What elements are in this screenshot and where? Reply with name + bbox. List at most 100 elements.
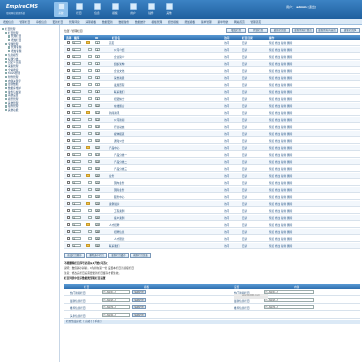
order-input[interactable]: 0 xyxy=(72,48,81,52)
row-checkbox[interactable] xyxy=(67,48,70,51)
category-name-link[interactable]: 产品分类三 xyxy=(114,167,127,171)
visit-link[interactable]: 访问 xyxy=(224,83,229,87)
bulk-action-button[interactable]: 删除选中栏目 xyxy=(86,253,107,258)
row-checkbox[interactable] xyxy=(67,167,70,170)
visit-link[interactable]: 访问 xyxy=(224,55,229,59)
category-name-link[interactable]: 通知公告 xyxy=(114,139,124,143)
visit-link[interactable]: 访问 xyxy=(224,174,229,178)
top-action-button[interactable]: 更新所有栏目页 xyxy=(292,28,314,33)
toolbar-button-5[interactable]: 插件 xyxy=(144,2,158,17)
row-checkbox[interactable] xyxy=(67,195,70,198)
row-checkbox[interactable] xyxy=(67,83,70,86)
visit-link[interactable]: 访问 xyxy=(224,237,229,241)
visit-link[interactable]: 访问 xyxy=(224,195,229,199)
row-checkbox[interactable] xyxy=(67,146,70,149)
order-input[interactable]: 0 xyxy=(72,125,81,129)
select-category-button[interactable]: [选择栏目] xyxy=(132,305,146,310)
visit-link[interactable]: 访问 xyxy=(224,216,229,220)
row-checkbox[interactable] xyxy=(67,55,70,58)
order-input[interactable]: 0 xyxy=(72,69,81,73)
order-input[interactable]: 0 xyxy=(72,139,81,143)
dir-link[interactable]: 目录 xyxy=(242,83,247,87)
visit-link[interactable]: 访问 xyxy=(224,104,229,108)
row-checkbox[interactable] xyxy=(67,76,70,79)
row-checkbox[interactable] xyxy=(67,230,70,233)
row-operations[interactable]: 预览 修改 复制 删除 xyxy=(269,104,292,108)
row-checkbox[interactable] xyxy=(67,153,70,156)
nav-tab[interactable]: 管理首页 xyxy=(251,20,262,24)
order-input[interactable]: 2 xyxy=(72,146,81,150)
row-checkbox[interactable] xyxy=(67,41,70,44)
order-input[interactable]: 0 xyxy=(72,118,81,122)
row-operations[interactable]: 预览 修改 复制 删除 xyxy=(269,125,292,129)
visit-link[interactable]: 访问 xyxy=(224,62,229,66)
dir-link[interactable]: 目录 xyxy=(242,48,247,52)
category-name-link[interactable]: 企业简介 xyxy=(114,55,124,59)
dir-link[interactable]: 目录 xyxy=(242,174,247,178)
category-name-link[interactable]: 客户案例 xyxy=(114,216,124,220)
dir-link[interactable]: 目录 xyxy=(242,146,247,150)
top-action-button[interactable]: 更新栏目页 xyxy=(270,28,290,33)
row-operations[interactable]: 预览 修改 复制 删除 xyxy=(269,55,292,59)
toolbar-button-1[interactable]: 栏目 xyxy=(72,2,86,17)
order-input[interactable]: 0 xyxy=(72,97,81,101)
row-operations[interactable]: 预览 修改 复制 删除 xyxy=(269,76,292,80)
row-operations[interactable]: 预览 修改 复制 删除 xyxy=(269,41,292,45)
category-name-link[interactable]: 在线留言 xyxy=(114,104,124,108)
nav-tab[interactable]: 更新栏目 xyxy=(53,20,64,24)
order-input[interactable]: 0 xyxy=(72,41,81,45)
category-name-link[interactable]: 行业动态 xyxy=(114,125,124,129)
row-operations[interactable]: 预览 修改 复制 删除 xyxy=(269,69,292,73)
row-operations[interactable]: 预览 修改 复制 删除 xyxy=(269,174,292,178)
row-operations[interactable]: 预览 修改 复制 删除 xyxy=(269,139,292,143)
nav-tab[interactable]: 网站首页 xyxy=(234,20,245,24)
dir-link[interactable]: 目录 xyxy=(242,76,247,80)
row-operations[interactable]: 预览 修改 复制 删除 xyxy=(269,202,292,206)
top-action-button[interactable]: 复制栏目 xyxy=(248,28,268,33)
order-input[interactable]: 1 xyxy=(72,111,81,115)
visit-link[interactable]: 访问 xyxy=(224,188,229,192)
nav-tab[interactable]: 菜单管理 xyxy=(201,20,212,24)
nav-tab[interactable]: 数据统计 xyxy=(135,20,146,24)
dir-link[interactable]: 目录 xyxy=(242,209,247,213)
toolbar-button-2[interactable]: 信息 xyxy=(90,2,104,17)
toolbar-button-0[interactable]: 系统 xyxy=(54,2,68,17)
dir-link[interactable]: 目录 xyxy=(242,111,247,115)
row-operations[interactable]: 预览 修改 复制 删除 xyxy=(269,132,292,136)
setting-input[interactable]: [!--tpl(2)--] xyxy=(264,297,314,302)
select-category-button[interactable]: [选择栏目] xyxy=(132,297,146,302)
nav-tab[interactable]: 菜单导航 xyxy=(218,20,229,24)
username[interactable]: admin xyxy=(296,5,306,9)
setting-input[interactable]: [!--tpl(4)--] xyxy=(102,312,130,317)
row-checkbox[interactable] xyxy=(67,223,70,226)
dir-link[interactable]: 目录 xyxy=(242,139,247,143)
row-checkbox[interactable] xyxy=(67,104,70,107)
category-name-link[interactable]: 荣誉资质 xyxy=(114,76,124,80)
order-input[interactable]: 0 xyxy=(72,181,81,185)
category-name-link[interactable]: 联系我们 xyxy=(114,90,124,94)
category-name-link[interactable]: 工程案例 xyxy=(114,209,124,213)
category-name-link[interactable]: 公司介绍 xyxy=(114,48,124,52)
row-checkbox[interactable] xyxy=(67,62,70,65)
category-name-link[interactable]: 首页 xyxy=(109,41,114,45)
order-input[interactable]: 0 xyxy=(72,83,81,87)
row-checkbox[interactable] xyxy=(67,188,70,191)
dir-link[interactable]: 目录 xyxy=(242,237,247,241)
visit-link[interactable]: 访问 xyxy=(224,244,229,248)
category-name-link[interactable]: 产品中心 xyxy=(109,146,119,150)
category-name-link[interactable]: 媒体报道 xyxy=(114,132,124,136)
visit-link[interactable]: 访问 xyxy=(224,153,229,157)
row-operations[interactable]: 预览 修改 复制 删除 xyxy=(269,216,292,220)
dir-link[interactable]: 目录 xyxy=(242,90,247,94)
select-category-button[interactable]: [选择栏目] xyxy=(132,290,146,295)
visit-link[interactable]: 访问 xyxy=(224,90,229,94)
dir-link[interactable]: 目录 xyxy=(242,167,247,171)
order-input[interactable]: 0 xyxy=(72,90,81,94)
order-input[interactable]: 0 xyxy=(72,55,81,59)
category-name-link[interactable]: 组织架构 xyxy=(114,62,124,66)
order-input[interactable]: 0 xyxy=(72,153,81,157)
order-input[interactable]: 0 xyxy=(72,76,81,80)
sidebar-item[interactable]: 其他功能 xyxy=(2,109,59,113)
dir-link[interactable]: 目录 xyxy=(242,216,247,220)
setting-input[interactable]: [!--tpl(3)--] xyxy=(102,305,130,310)
